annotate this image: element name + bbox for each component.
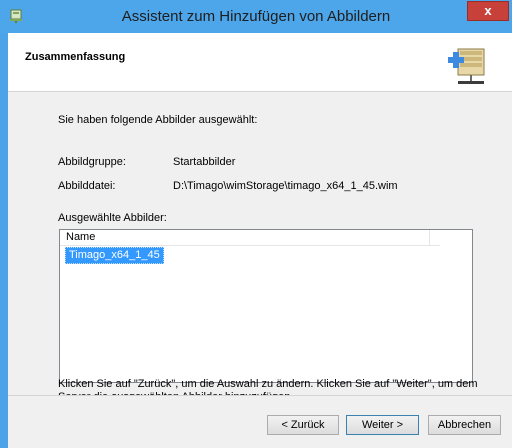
close-icon: x xyxy=(484,3,492,18)
list-header: Name xyxy=(60,230,440,246)
column-header-name[interactable]: Name xyxy=(60,230,430,245)
selected-images-list[interactable]: Name Timago_x64_1_45 xyxy=(59,229,473,383)
close-button[interactable]: x xyxy=(467,1,509,21)
cancel-button[interactable]: Abbrechen xyxy=(428,415,501,435)
wizard-client-area: Zusammenfassung Sie haben folgende Abbil… xyxy=(8,33,512,448)
window-title: Assistent zum Hinzufügen von Abbildern xyxy=(121,8,391,25)
next-button[interactable]: Weiter > xyxy=(346,415,419,435)
image-file-label: Abbilddatei: xyxy=(58,180,116,192)
list-item[interactable]: Timago_x64_1_45 xyxy=(65,247,164,264)
summary-panel: Sie haben folgende Abbilder ausgewählt: … xyxy=(8,92,512,403)
selected-images-label: Ausgewählte Abbilder: xyxy=(58,212,167,224)
button-bar: < Zurück Weiter > Abbrechen xyxy=(8,396,512,448)
add-image-server-icon xyxy=(448,48,485,84)
wds-server-icon xyxy=(10,9,22,23)
image-file-value: D:\Timago\wimStorage\timago_x64_1_45.wim xyxy=(173,180,398,192)
title-bar[interactable]: Assistent zum Hinzufügen von Abbildern x xyxy=(0,0,512,33)
image-group-label: Abbildgruppe: xyxy=(58,156,126,168)
intro-text: Sie haben folgende Abbilder ausgewählt: xyxy=(58,114,258,126)
back-button[interactable]: < Zurück xyxy=(267,415,339,435)
wizard-header: Zusammenfassung xyxy=(8,33,512,92)
page-title: Zusammenfassung xyxy=(25,51,126,63)
image-group-value: Startabbilder xyxy=(173,156,236,168)
wizard-window: Assistent zum Hinzufügen von Abbildern x… xyxy=(0,0,512,448)
